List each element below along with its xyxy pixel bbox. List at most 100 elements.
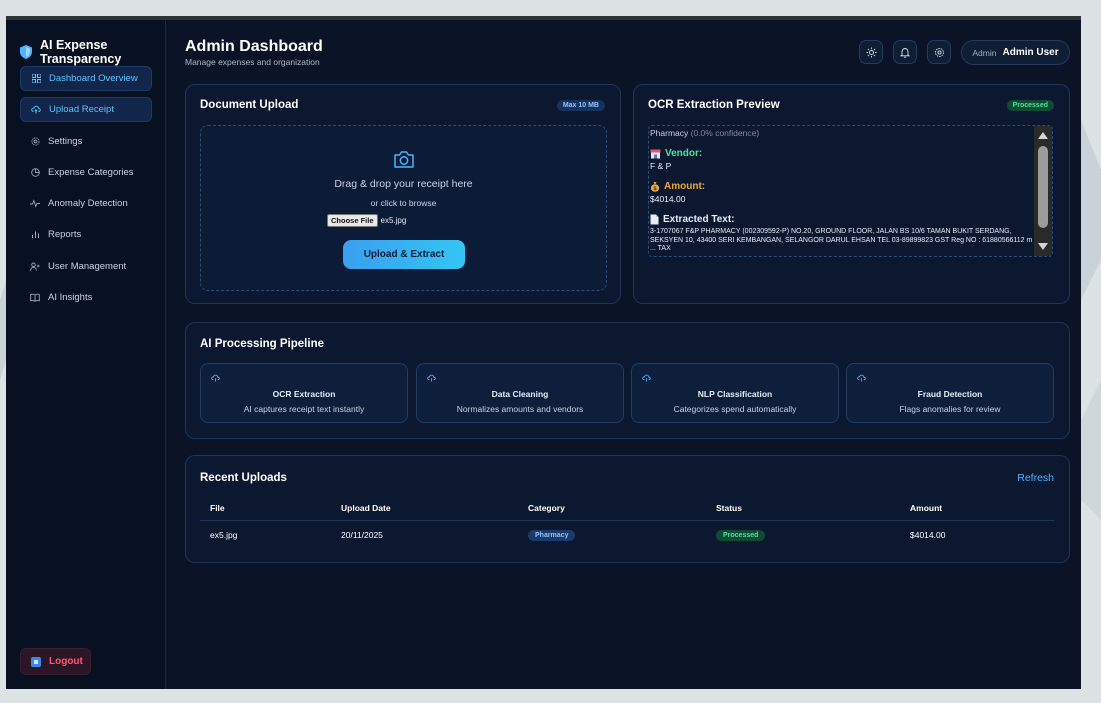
store-icon [650, 149, 661, 158]
ocr-category: Pharmacy (0.0% confidence) [650, 128, 1036, 138]
processed-badge: Processed [1006, 100, 1054, 111]
drop-instructions: Drag & drop your receipt here [334, 178, 473, 190]
table-divider [200, 520, 1054, 521]
refresh-button[interactable]: Refresh [1017, 472, 1054, 484]
extracted-text-label: Extracted Text: [663, 214, 735, 225]
sidebar-item-dashboard-overview[interactable]: Dashboard Overview [20, 66, 152, 91]
step-description: AI captures receipt text instantly [243, 404, 365, 414]
book-icon [30, 293, 40, 303]
cell-date: 20/11/2025 [341, 530, 383, 540]
sidebar-item-upload-receipt[interactable]: Upload Receipt [20, 97, 152, 123]
logout-button[interactable]: Logout [20, 648, 91, 675]
svg-text:$: $ [653, 186, 657, 192]
money-bag-icon: $ [650, 182, 660, 192]
user-name: Admin User [1002, 47, 1059, 58]
user-menu[interactable]: Admin Admin User [961, 40, 1070, 65]
sidebar-item-settings[interactable]: Settings [20, 129, 152, 154]
choose-file-button[interactable]: Choose File [327, 214, 378, 227]
settings-button[interactable] [927, 40, 951, 64]
page-title: Admin Dashboard [185, 38, 323, 55]
sidebar-item-label: Dashboard Overview [49, 73, 138, 84]
pulse-icon [30, 199, 40, 209]
step-description: Categorizes spend automatically [673, 404, 797, 414]
column-header-upload-date: Upload Date [341, 503, 391, 513]
ocr-output[interactable]: Pharmacy (0.0% confidence) Vendor: F & P… [648, 125, 1053, 257]
step-title: Fraud Detection [917, 389, 983, 399]
app-window: AI Expense Transparency Dashboard Overvi… [6, 16, 1081, 689]
selected-file-name: ex5.jpg [380, 216, 407, 225]
sidebar-item-label: Reports [48, 229, 82, 241]
shield-icon [20, 45, 32, 59]
upload-cloud-icon [211, 374, 220, 382]
card-title: Recent Uploads [200, 472, 287, 484]
users-icon [30, 261, 40, 271]
sidebar-item-ai-insights[interactable]: AI Insights [20, 285, 152, 310]
cell-file: ex5.jpg [210, 530, 238, 540]
step-title: OCR Extraction [272, 389, 336, 399]
vendor-value: F & P [650, 161, 672, 171]
sidebar-item-user-management[interactable]: User Management [20, 254, 152, 279]
gear-icon [30, 136, 40, 146]
camera-icon [394, 151, 414, 168]
gear-icon [934, 47, 944, 57]
card-title: Document Upload [200, 99, 299, 111]
document-upload-card: Document Upload Max 10 MB Drag & drop yo… [185, 84, 621, 304]
category-value: Pharmacy [650, 128, 689, 138]
sidebar-item-label: Upload Receipt [49, 104, 114, 116]
scroll-down-arrow-icon[interactable] [1038, 243, 1048, 250]
grid-icon [31, 74, 41, 84]
notifications-button[interactable] [893, 40, 917, 64]
file-input: Choose File ex5.jpg [327, 214, 406, 227]
bell-icon [900, 47, 910, 58]
column-header-amount: Amount [910, 503, 943, 513]
upload-extract-button[interactable]: Upload & Extract [343, 240, 465, 269]
column-header-file: File [210, 503, 225, 513]
sidebar-item-expense-categories[interactable]: Expense Categories [20, 160, 152, 185]
sidebar-item-reports[interactable]: Reports [20, 222, 152, 247]
vendor-label: Vendor: [665, 148, 703, 159]
ocr-preview-card: OCR Extraction Preview Processed Pharmac… [633, 84, 1070, 304]
logout-icon [31, 656, 41, 667]
step-title: NLP Classification [697, 389, 773, 399]
category-badge: Pharmacy [528, 530, 576, 541]
step-title: Data Cleaning [491, 389, 549, 399]
sun-icon [866, 47, 876, 57]
upload-cloud-icon [31, 105, 41, 115]
pipeline-step-ocr: OCR Extraction AI captures receipt text … [200, 363, 408, 423]
ai-pipeline-card: AI Processing Pipeline OCR Extraction AI… [185, 322, 1070, 439]
sidebar-item-label: Expense Categories [48, 166, 134, 178]
cell-status: Processed [716, 529, 766, 541]
sidebar-nav: Dashboard Overview Upload Receipt Settin… [20, 66, 152, 316]
scroll-up-arrow-icon[interactable] [1038, 132, 1048, 139]
upload-cloud-icon [857, 374, 866, 382]
sidebar-item-label: Anomaly Detection [48, 198, 128, 210]
ocr-scrollbar[interactable] [1034, 126, 1052, 256]
brand-name: AI Expense Transparency [40, 38, 122, 66]
confidence-value: (0.0% confidence) [690, 128, 760, 138]
scroll-thumb[interactable] [1038, 146, 1048, 228]
status-badge: Processed [716, 530, 766, 541]
sidebar-item-label: User Management [48, 260, 127, 272]
extracted-text-heading: Extracted Text: [650, 214, 1036, 225]
document-icon [650, 214, 659, 225]
sidebar-item-label: AI Insights [48, 292, 93, 304]
vendor-heading: Vendor: [650, 148, 1036, 159]
amount-heading: $ Amount: [650, 181, 1036, 192]
upload-cloud-icon [427, 374, 436, 382]
sidebar-item-anomaly-detection[interactable]: Anomaly Detection [20, 191, 152, 216]
theme-toggle-button[interactable] [859, 40, 883, 64]
drop-zone[interactable]: Drag & drop your receipt here or click t… [200, 125, 607, 291]
card-title: OCR Extraction Preview [648, 99, 780, 111]
column-header-status: Status [716, 503, 742, 513]
bar-chart-icon [30, 230, 40, 240]
extracted-text-value: 3-1707067 F&P PHARMACY (002309592-P) NO.… [650, 228, 1033, 252]
amount-value: $4014.00 [650, 194, 686, 204]
sidebar: AI Expense Transparency Dashboard Overvi… [6, 20, 166, 689]
brand: AI Expense Transparency [20, 38, 140, 66]
recent-uploads-card: Recent Uploads Refresh File Upload Date … [185, 455, 1070, 563]
column-header-category: Category [528, 503, 565, 513]
pipeline-step-fraud: Fraud Detection Flags anomalies for revi… [846, 363, 1054, 423]
sidebar-item-label: Settings [48, 135, 83, 147]
amount-label: Amount: [664, 181, 706, 192]
max-size-badge: Max 10 MB [556, 100, 605, 111]
